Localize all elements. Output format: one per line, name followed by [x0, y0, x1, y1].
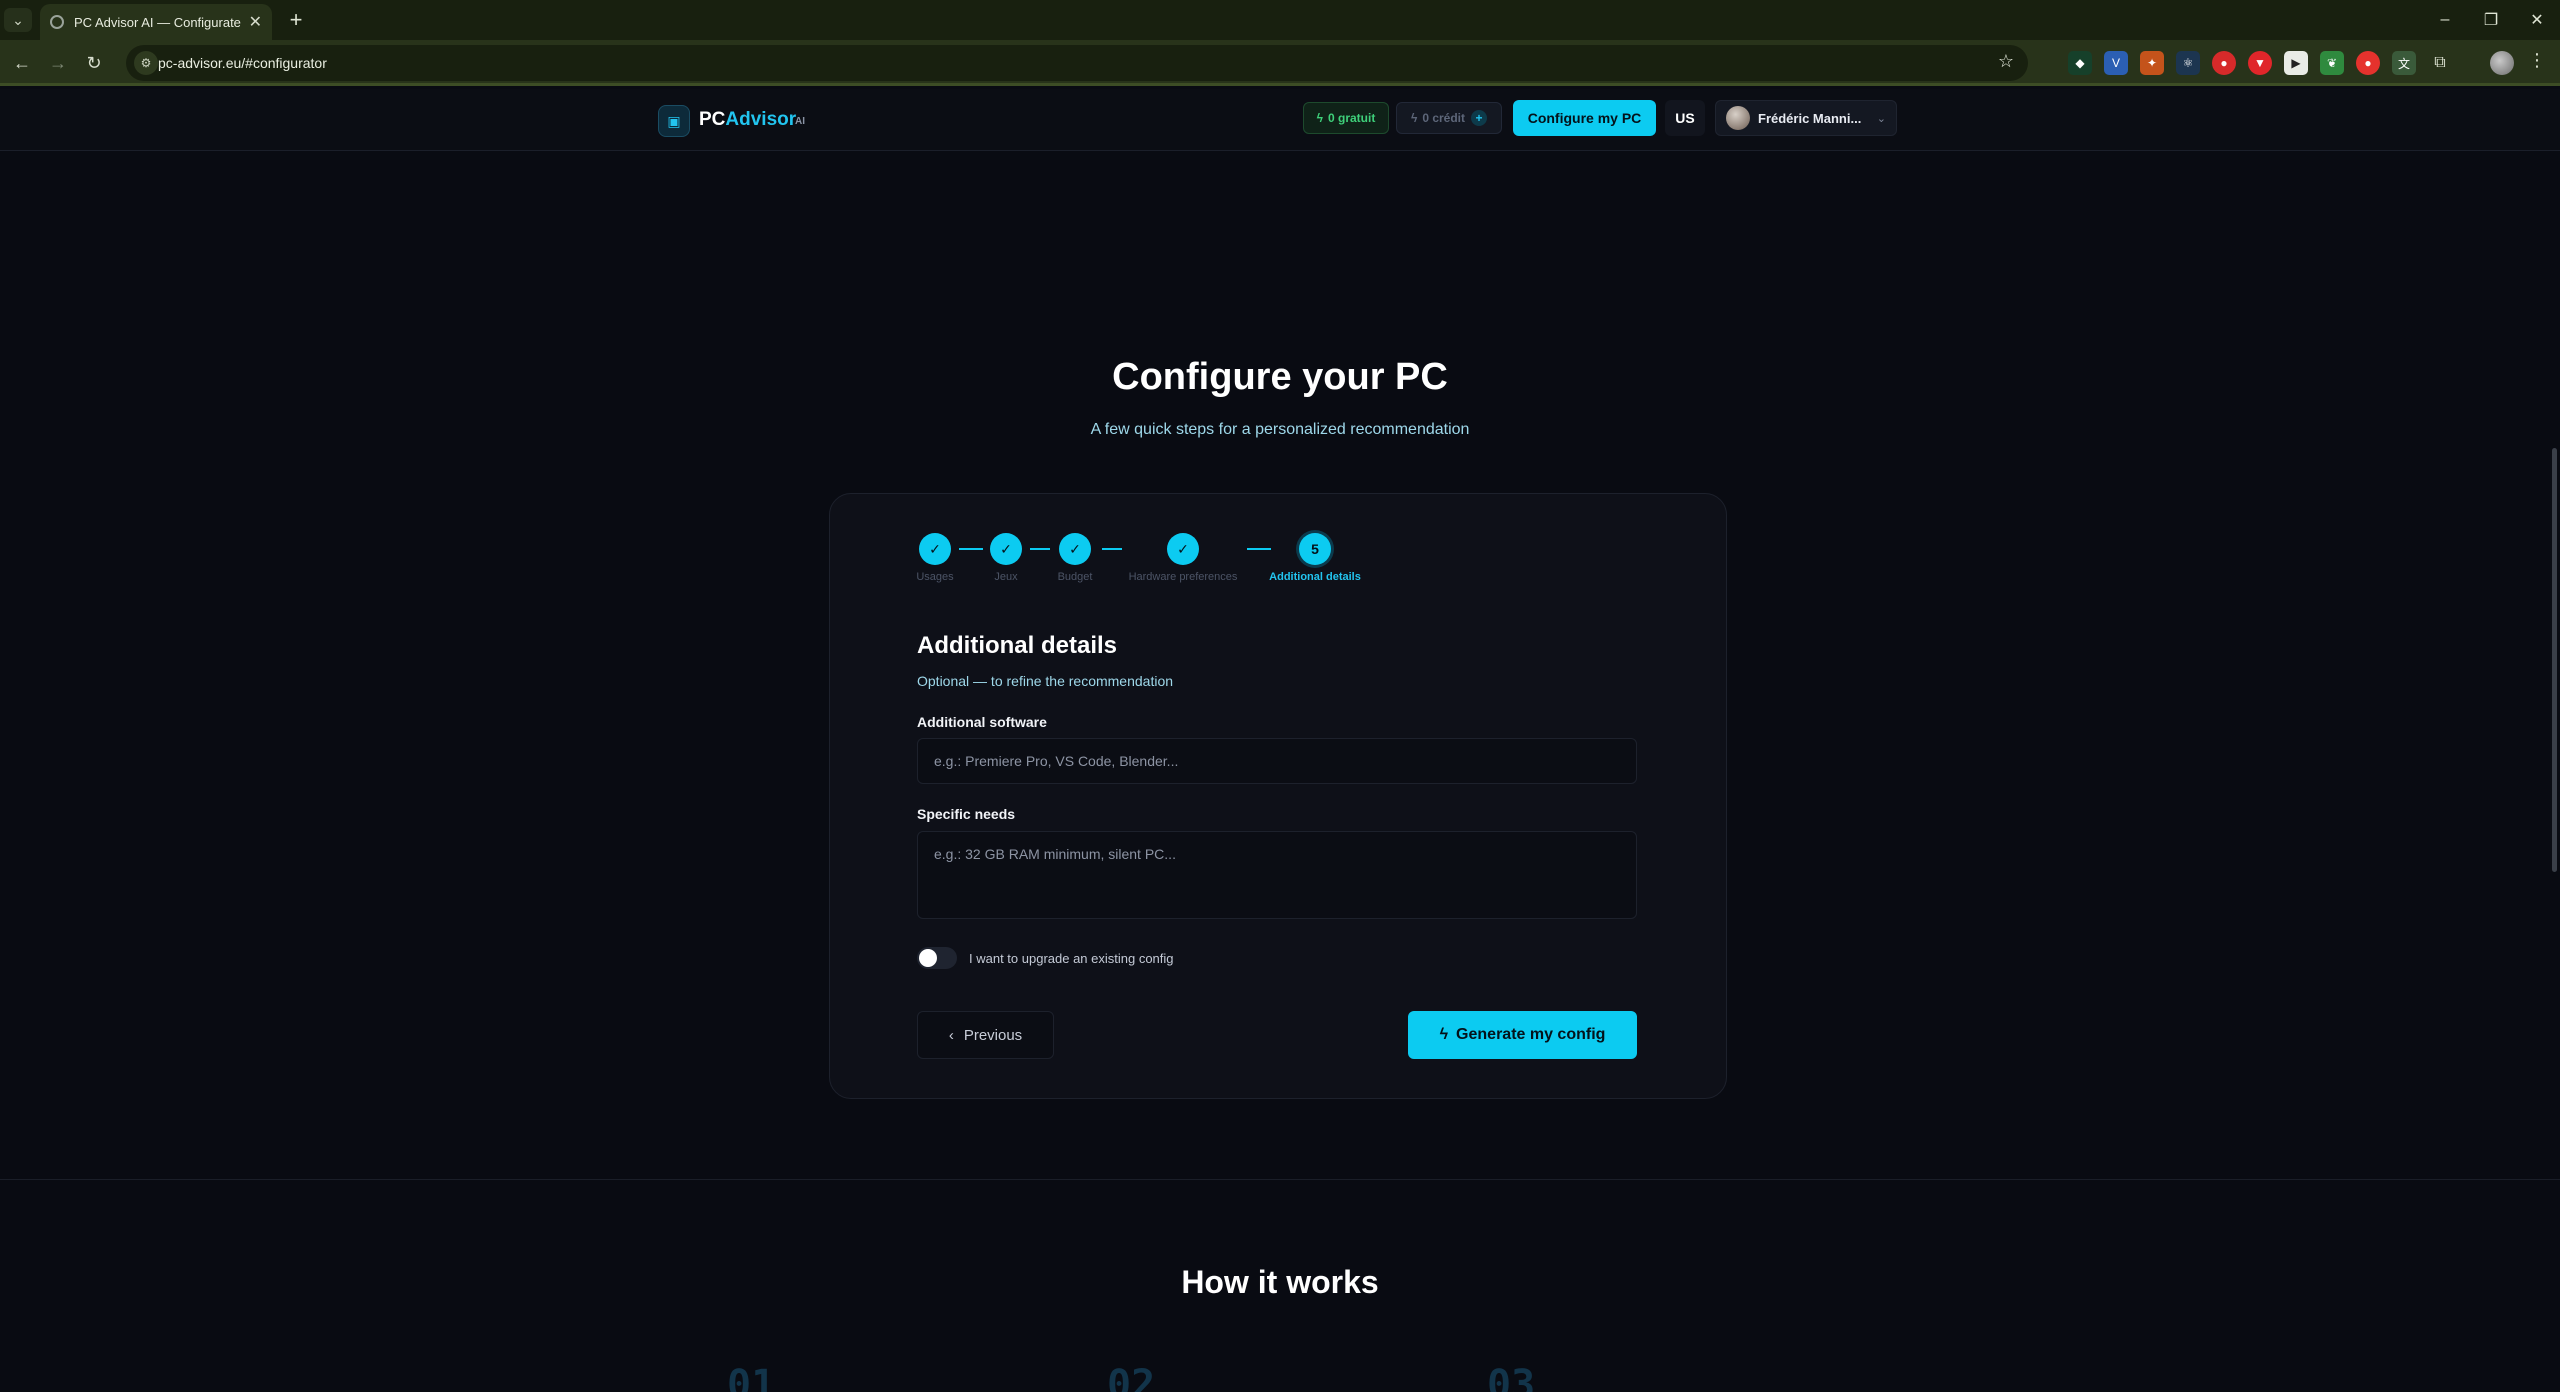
translate-ext-icon[interactable]: 文 — [2392, 51, 2416, 75]
tab-title: PC Advisor AI — Configurateur — [74, 14, 241, 30]
software-label: Additional software — [917, 714, 1047, 730]
step-usages-check[interactable]: ✓ — [919, 533, 951, 565]
reload-icon[interactable]: ↻ — [80, 49, 108, 77]
previous-button[interactable]: ‹ Previous — [917, 1011, 1054, 1059]
user-menu[interactable]: Frédéric Manni... ⌄ — [1715, 100, 1897, 136]
site-logo[interactable]: PCAdvisor — [699, 109, 796, 131]
step-hardware-check[interactable]: ✓ — [1167, 533, 1199, 565]
step-number-1: 01 — [727, 1362, 776, 1392]
how-it-works-title: How it works — [1181, 1264, 1379, 1300]
bookmark-star-icon[interactable]: ☆ — [1998, 51, 2014, 72]
chevron-left-icon: ‹ — [948, 1026, 954, 1044]
page-title: Configure your PC — [1112, 356, 1448, 398]
address-url[interactable]: pc-advisor.eu/#configurator — [158, 55, 327, 71]
user-name: Frédéric Manni... — [1758, 110, 1862, 126]
step-number-2: 02 — [1107, 1362, 1156, 1392]
browser-tab-strip: ⌄ PC Advisor AI — Configurateur ✕ + – ❐ … — [0, 0, 2560, 40]
add-credit-icon[interactable]: + — [1471, 110, 1488, 126]
minimize-icon[interactable]: – — [2422, 0, 2468, 40]
browser-profile-avatar[interactable] — [2490, 51, 2514, 75]
leaf-ext-icon[interactable]: ❦ — [2320, 51, 2344, 75]
tab-search-chevron-icon[interactable]: ⌄ — [4, 8, 32, 32]
tab-favicon-icon — [50, 15, 64, 29]
step-label-jeux: Jeux — [994, 571, 1018, 583]
page-subtitle: A few quick steps for a personalized rec… — [1090, 421, 1470, 438]
page-scrollbar[interactable] — [2552, 448, 2557, 872]
back-arrow-icon[interactable]: ← — [8, 49, 36, 77]
play-ext-icon[interactable]: ▶ — [2284, 51, 2308, 75]
generate-config-button[interactable]: ϟ Generate my config — [1408, 1011, 1637, 1059]
step-label-hardware: Hardware preferences — [1128, 571, 1238, 583]
shield-ext-icon[interactable]: ◆ — [2068, 51, 2092, 75]
react-ext-icon[interactable]: ⚛ — [2176, 51, 2200, 75]
step-connector — [1247, 548, 1271, 550]
recorder-ext-icon[interactable]: ● — [2212, 51, 2236, 75]
close-icon[interactable]: ✕ — [2514, 0, 2560, 40]
step-connector — [1102, 548, 1122, 550]
logo-ai-badge: AI — [795, 116, 805, 127]
browser-toolbar: ← → ↻ ⚙ pc-advisor.eu/#configurator ☆ ◆ … — [0, 40, 2560, 86]
configure-my-pc-button[interactable]: Configure my PC — [1513, 100, 1656, 136]
puzzle-icon[interactable]: ⧉ — [2428, 51, 2452, 75]
site-header: ▣ PCAdvisor AI ϟ0 gratuit ϟ0 crédit + Co… — [0, 89, 2560, 151]
cpu-logo-icon[interactable]: ▣ — [658, 105, 690, 137]
section-subtitle: Optional — to refine the recommendation — [917, 673, 1174, 689]
upgrade-toggle[interactable] — [917, 947, 957, 969]
va-ext-icon[interactable]: V — [2104, 51, 2128, 75]
browser-tab[interactable]: PC Advisor AI — Configurateur ✕ — [40, 4, 272, 40]
bolt-icon: ϟ — [1410, 111, 1418, 125]
extensions-bar: ◆ V ✦ ⚛ ● ▼ ▶ ❦ ● 文 ⧉ — [2068, 51, 2452, 75]
bolt-icon: ϟ — [1316, 111, 1323, 125]
step-connector — [1030, 548, 1050, 550]
browser-menu-icon[interactable]: ⋮ — [2528, 50, 2546, 71]
site-info-icon[interactable]: ⚙ — [134, 51, 158, 75]
address-bar[interactable]: ⚙ pc-advisor.eu/#configurator ☆ — [126, 45, 2028, 81]
free-credits-badge: ϟ0 gratuit — [1303, 102, 1389, 134]
bolt-icon: ϟ — [1439, 1026, 1449, 1043]
restore-icon[interactable]: ❐ — [2468, 0, 2514, 40]
toggle-knob — [919, 949, 937, 967]
section-title: Additional details — [917, 632, 1118, 659]
language-switch[interactable]: US — [1665, 100, 1705, 136]
step-budget-check[interactable]: ✓ — [1059, 533, 1091, 565]
step-additional-current[interactable]: 5 — [1299, 533, 1331, 565]
credits-badge[interactable]: ϟ0 crédit + — [1396, 102, 1502, 134]
needs-label: Specific needs — [917, 806, 1016, 822]
step-label-additional: Additional details — [1269, 571, 1361, 583]
section-divider — [0, 1179, 2560, 1180]
specific-needs-textarea[interactable] — [917, 831, 1637, 919]
new-tab-button[interactable]: + — [282, 6, 310, 34]
step-connector — [959, 548, 983, 550]
step-label-budget: Budget — [1057, 571, 1093, 583]
forward-arrow-icon[interactable]: → — [44, 49, 72, 77]
red-circle-ext-icon[interactable]: ● — [2356, 51, 2380, 75]
upgrade-toggle-label: I want to upgrade an existing config — [969, 951, 1174, 966]
step-jeux-check[interactable]: ✓ — [990, 533, 1022, 565]
tab-close-icon[interactable]: ✕ — [249, 12, 262, 32]
fox-ext-icon[interactable]: ✦ — [2140, 51, 2164, 75]
additional-software-input[interactable] — [917, 738, 1637, 784]
stepper: ✓ Usages ✓ Jeux ✓ Budget ✓ Hardware pref… — [916, 533, 1377, 589]
pin-ext-icon[interactable]: ▼ — [2248, 51, 2272, 75]
step-label-usages: Usages — [916, 571, 954, 583]
avatar — [1726, 106, 1750, 130]
chevron-down-icon: ⌄ — [1876, 112, 1886, 125]
step-number-3: 03 — [1487, 1362, 1536, 1392]
